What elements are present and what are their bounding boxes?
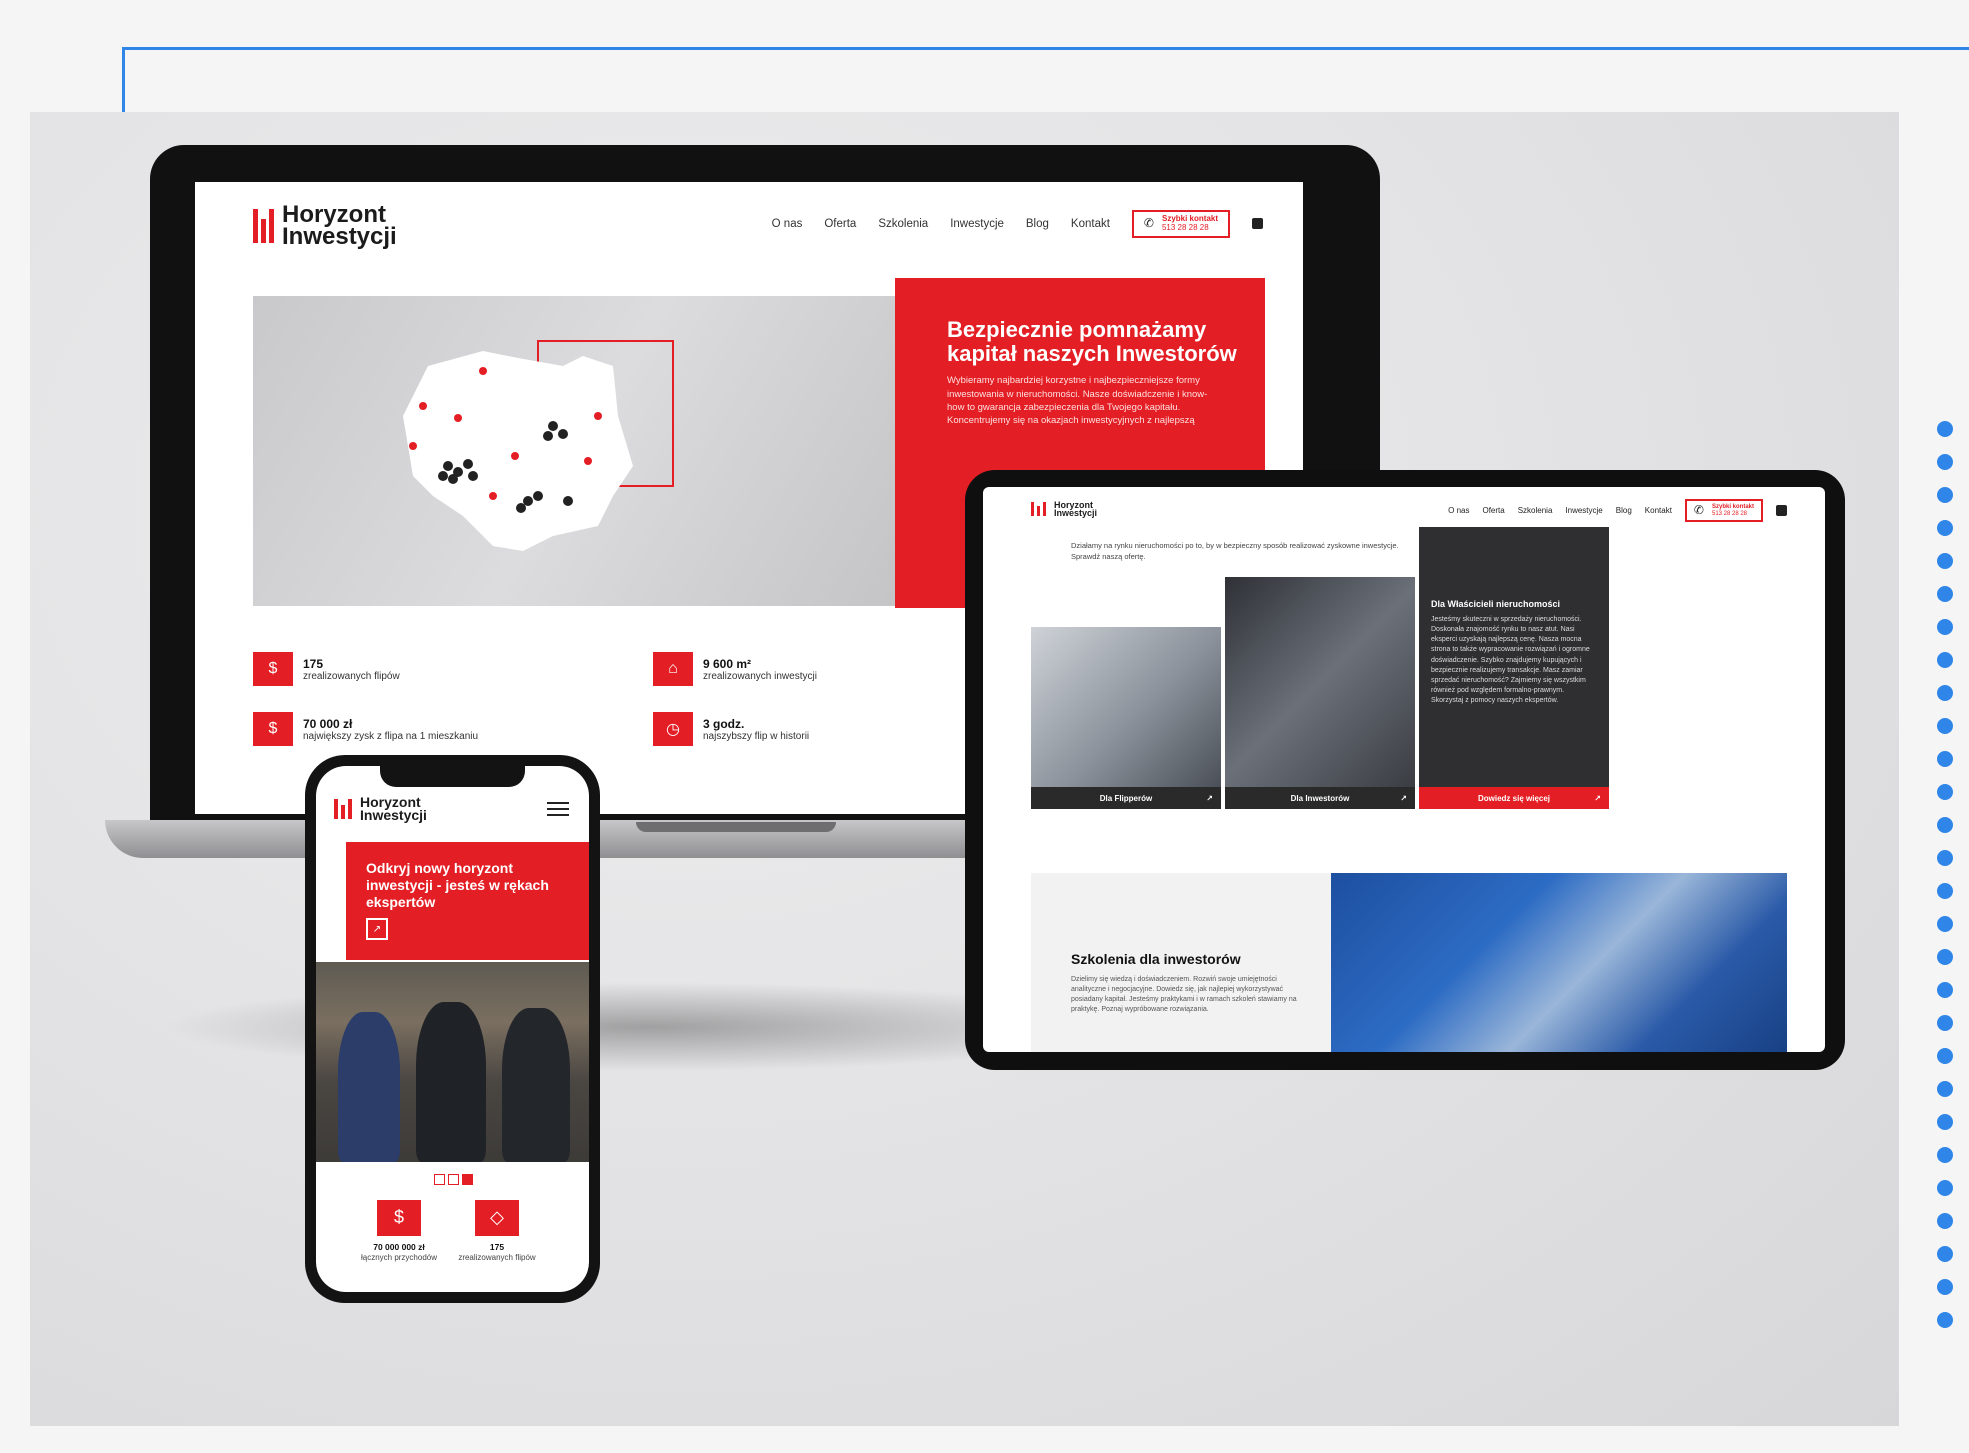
pager-dot[interactable] xyxy=(434,1174,445,1185)
pager-dot[interactable] xyxy=(448,1174,459,1185)
menu-item-inwestycje[interactable]: Inwestycje xyxy=(1565,506,1602,515)
decorative-dot-column xyxy=(1937,421,1955,1328)
phone-hero-panel: Odkryj nowy horyzont inwestycji - jesteś… xyxy=(346,842,589,960)
card-flippers[interactable]: Dla Flipperów ↗ xyxy=(1031,627,1221,809)
tablet-screen: Horyzont Inwestycji O nas Oferta Szkoleni… xyxy=(983,487,1825,1052)
quick-contact-button[interactable]: ✆ Szybki kontakt 513 28 28 28 xyxy=(1684,499,1763,523)
tag-icon: ◇ xyxy=(475,1200,519,1236)
brand-logo[interactable]: Horyzont Inwestycji xyxy=(1031,500,1098,519)
card-investors[interactable]: Dla Inwestorów ↗ xyxy=(1225,577,1415,809)
card-button[interactable]: Dla Flipperów ↗ xyxy=(1031,787,1221,809)
hamburger-menu-icon[interactable] xyxy=(547,802,569,820)
logo-wordmark: Horyzont Inwestycji xyxy=(1054,500,1098,519)
team-photo xyxy=(316,962,589,1162)
menu-item-szkolenia[interactable]: Szkolenia xyxy=(878,218,928,230)
learn-more-button[interactable]: Dowiedz się więcej ↗ xyxy=(1419,787,1609,809)
logo-wordmark: Horyzont Inwestycji xyxy=(360,794,427,823)
quick-contact-phone: 513 28 28 28 xyxy=(1161,222,1209,232)
menu-item-oferta[interactable]: Oferta xyxy=(824,218,856,230)
menu-item-blog[interactable]: Blog xyxy=(1616,506,1632,515)
main-menu: O nas Oferta Szkolenia Inwestycje Blog K… xyxy=(772,210,1263,238)
hero-title: Bezpiecznie pomnażamy kapitał naszych In… xyxy=(947,317,1237,367)
training-section: Szkolenia dla inwestorów Dzielimy się wi… xyxy=(1031,873,1331,1052)
phone-icon: ✆ xyxy=(1143,216,1154,231)
poland-map-hero xyxy=(253,296,903,606)
team-member xyxy=(338,1012,400,1162)
stat-area: ⌂ 9 600 m² zrealizowanych inwestycji xyxy=(653,652,817,686)
facebook-icon[interactable] xyxy=(1776,505,1787,517)
main-menu: O nas Oferta Szkolenia Inwestycje Blog K… xyxy=(1448,499,1787,523)
stat-max-profit: $ 70 000 zł największy zysk z flipa na 1 … xyxy=(253,712,478,746)
stat-flips: $ 175 zrealizowanych flipów xyxy=(253,652,400,686)
phone-stat-revenue: $ 70 000 000 zł łącznych przychodów xyxy=(344,1200,454,1263)
dollar-icon: $ xyxy=(377,1200,421,1236)
card-photo xyxy=(1031,627,1221,787)
arrow-icon: ↗ xyxy=(1206,793,1213,803)
arrow-icon: ↗ xyxy=(1594,793,1601,803)
laptop-nav: Horyzont Inwestycji O nas Oferta Szkoleni… xyxy=(195,182,1303,262)
team-member xyxy=(502,1008,570,1162)
logo-mark-icon xyxy=(253,209,274,244)
logo-wordmark: Horyzont Inwestycji xyxy=(282,201,397,251)
clock-icon: ◷ xyxy=(653,712,693,746)
menu-item-kontakt[interactable]: Kontakt xyxy=(1645,506,1672,515)
card-owners-text: Jesteśmy skuteczni w sprzedaży nieruchom… xyxy=(1431,616,1590,705)
stat-fastest: ◷ 3 godz. najszybszy flip w historii xyxy=(653,712,809,746)
brand-logo[interactable]: Horyzont Inwestycji xyxy=(253,201,397,251)
dollar-icon: $ xyxy=(253,652,293,686)
menu-item-oferta[interactable]: Oferta xyxy=(1482,506,1504,515)
house-icon: ⌂ xyxy=(653,652,693,686)
logo-mark-icon xyxy=(334,798,352,819)
phone-stat-flips: ◇ 175 zrealizowanych flipów xyxy=(442,1200,552,1263)
training-photo xyxy=(1331,873,1787,1052)
training-text: Dzielimy się wiedzą i doświadczeniem. Ro… xyxy=(1071,976,1297,1014)
card-owners[interactable]: Dla Właścicieli nieruchomości Jesteśmy s… xyxy=(1419,527,1609,809)
card-owners-title: Dla Właścicieli nieruchomości xyxy=(1431,599,1561,609)
hero-text: Wybieramy najbardziej korzystne i najbez… xyxy=(947,375,1208,427)
quick-contact-button[interactable]: ✆ Szybki kontakt 513 28 28 28 xyxy=(1131,210,1230,238)
card-photo xyxy=(1225,577,1415,787)
pager-dot-active[interactable] xyxy=(462,1174,473,1185)
arrow-icon: ↗ xyxy=(1400,793,1407,803)
poland-map-icon xyxy=(403,340,674,551)
offer-intro-text: Działamy na rynku nieruchomości po to, b… xyxy=(1071,541,1399,561)
menu-item-o-nas[interactable]: O nas xyxy=(1448,506,1469,515)
training-title: Szkolenia dla inwestorów xyxy=(1071,951,1241,967)
phone-icon: ✆ xyxy=(1693,503,1704,517)
phone-notch xyxy=(380,763,525,787)
menu-item-inwestycje[interactable]: Inwestycje xyxy=(950,218,1004,230)
brand-logo[interactable]: Horyzont Inwestycji xyxy=(334,794,427,823)
menu-item-kontakt[interactable]: Kontakt xyxy=(1071,218,1110,230)
carousel-pager xyxy=(434,1174,473,1185)
menu-item-blog[interactable]: Blog xyxy=(1026,218,1049,230)
laptop-hinge-notch xyxy=(636,822,836,832)
menu-item-o-nas[interactable]: O nas xyxy=(772,218,803,230)
arrow-icon[interactable]: ↗ xyxy=(366,918,388,941)
logo-mark-icon xyxy=(1031,502,1046,517)
facebook-icon[interactable] xyxy=(1252,218,1263,230)
team-member xyxy=(416,1002,486,1162)
menu-item-szkolenia[interactable]: Szkolenia xyxy=(1518,506,1553,515)
phone-hero-title: Odkryj nowy horyzont inwestycji - jesteś… xyxy=(366,860,549,910)
coin-icon: $ xyxy=(253,712,293,746)
card-button[interactable]: Dla Inwestorów ↗ xyxy=(1225,787,1415,809)
phone-screen: Horyzont Inwestycji Odkryj nowy horyzont … xyxy=(316,766,589,1292)
